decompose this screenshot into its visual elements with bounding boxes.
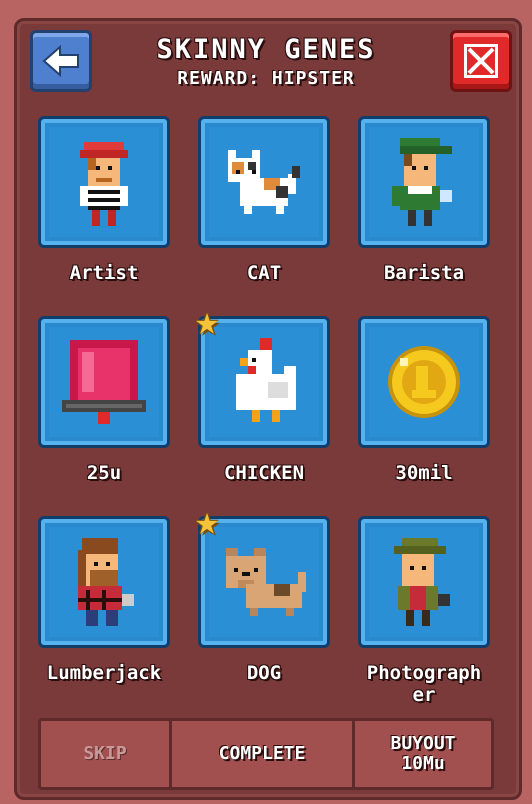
cat-icon: [228, 150, 300, 214]
action-bar: SKIP COMPLETE BUYOUT 10Mu: [38, 718, 494, 790]
buyout-button[interactable]: BUYOUT 10Mu: [355, 721, 491, 787]
buyout-price: 10Mu: [401, 753, 445, 774]
gold-coin-icon: [388, 346, 460, 418]
item-tile-barista[interactable]: [358, 116, 490, 248]
red-cube-icon: [62, 340, 146, 424]
item-tile-25u[interactable]: [38, 316, 170, 448]
barista-character-icon: [392, 138, 452, 226]
close-x-icon: [464, 44, 498, 78]
chicken-icon: [236, 338, 296, 422]
dog-icon: [226, 548, 306, 616]
item-tile-artist[interactable]: [38, 116, 170, 248]
item-label: 25u: [86, 462, 122, 484]
item-label: CHICKEN: [223, 462, 305, 484]
star-icon: ★: [194, 498, 220, 544]
lumberjack-character-icon: [78, 538, 134, 626]
item-label: Lumberjack: [46, 662, 162, 684]
item-label: CAT: [246, 262, 282, 284]
item-label: Artist: [69, 262, 139, 284]
item-label: DOG: [246, 662, 282, 684]
item-label: 30mil: [395, 462, 453, 484]
item-label: Photograph er: [366, 662, 482, 706]
close-button[interactable]: [450, 30, 512, 92]
item-label: Barista: [383, 262, 465, 284]
complete-button[interactable]: COMPLETE: [172, 721, 352, 787]
item-tile-cat[interactable]: [198, 116, 330, 248]
photographer-character-icon: [394, 538, 450, 626]
item-tile-lumberjack[interactable]: [38, 516, 170, 648]
buyout-label: BUYOUT: [390, 733, 456, 754]
star-icon: ★: [194, 298, 220, 344]
skip-button[interactable]: SKIP: [41, 721, 169, 787]
artist-character-icon: [80, 142, 128, 226]
item-tile-photographer[interactable]: [358, 516, 490, 648]
item-tile-30mil[interactable]: [358, 316, 490, 448]
